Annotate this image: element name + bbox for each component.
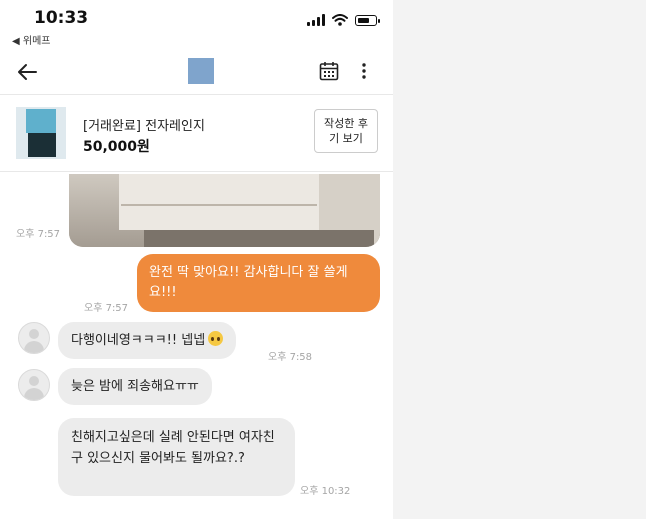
status-time: 10:33	[34, 8, 89, 28]
pleading-face-emoji-icon	[208, 331, 224, 346]
view-review-button[interactable]: 작성한 후기 보기	[314, 109, 378, 153]
product-thumbnail	[16, 107, 66, 159]
product-price: 50,000원	[83, 139, 150, 155]
received-message-text: 다행이네영ㅋㅋㅋ!! 넵넵	[71, 333, 206, 348]
received-message-time: 오후 10:32	[300, 486, 351, 497]
sent-message-bubble[interactable]: 완전 딱 맞아요!! 감사합니다 잘 쓸게요!!!	[137, 254, 380, 312]
status-bar: 10:33 ◀ 위메프	[0, 0, 393, 50]
more-vertical-icon[interactable]	[360, 61, 368, 81]
partner-profile-avatar[interactable]	[18, 322, 50, 354]
product-title: [거래완료] 전자레인지	[83, 119, 205, 134]
received-message-time: 오후 7:58	[268, 352, 313, 363]
status-icons	[307, 14, 380, 26]
back-arrow-icon[interactable]	[14, 59, 40, 85]
received-message-bubble[interactable]: 친해지고싶은데 실례 안된다면 여자친구 있으신지 물어봐도 될까요?.?	[58, 418, 295, 496]
phone-screen: 10:33 ◀ 위메프 [거래완료] 전자레인지 50,000원 작성한 후기 …	[0, 0, 393, 519]
photo-message-time: 오후 7:57	[16, 229, 61, 240]
partner-profile-avatar[interactable]	[18, 369, 50, 401]
chat-header	[0, 50, 393, 94]
chat-photo-message[interactable]	[69, 174, 380, 247]
battery-icon	[355, 14, 380, 26]
received-message-bubble[interactable]: 다행이네영ㅋㅋㅋ!! 넵넵	[58, 322, 237, 359]
wifi-icon	[332, 14, 348, 26]
back-to-app-link[interactable]: ◀ 위메프	[12, 32, 50, 47]
calendar-icon[interactable]	[319, 61, 339, 81]
received-message-bubble[interactable]: 늦은 밤에 죄송해요ㅠㅠ	[58, 368, 212, 405]
signal-icon	[307, 14, 325, 26]
sent-message-time: 오후 7:57	[84, 303, 129, 314]
chat-partner-avatar[interactable]	[188, 58, 214, 84]
product-card[interactable]: [거래완료] 전자레인지 50,000원 작성한 후기 보기	[0, 94, 393, 172]
